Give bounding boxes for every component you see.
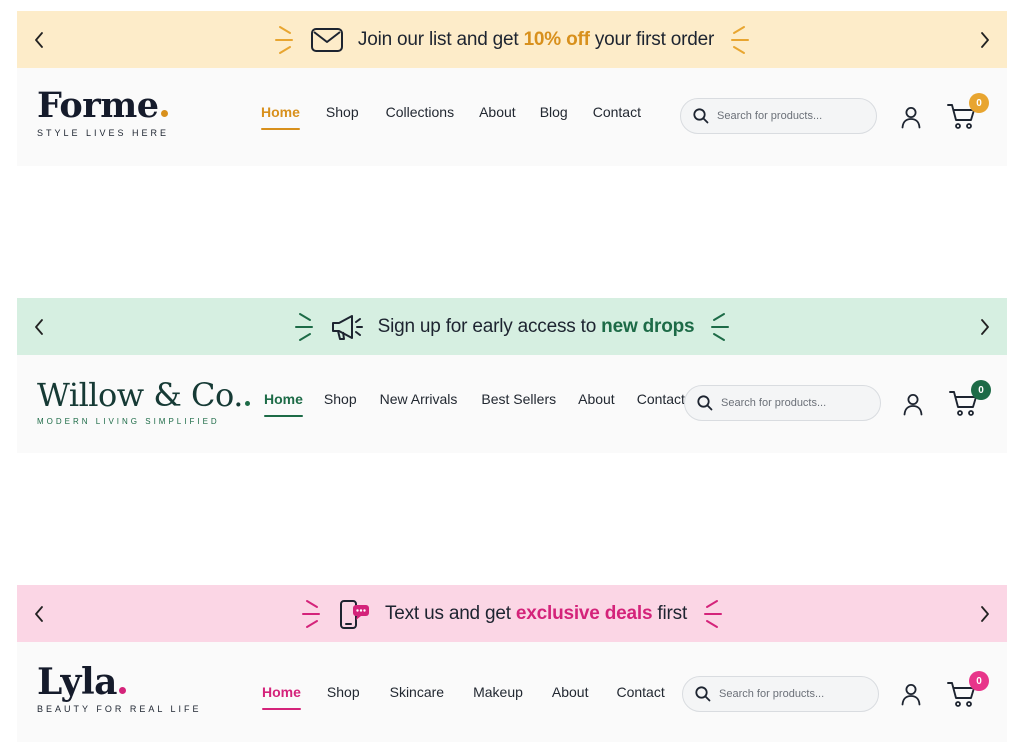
- account-icon[interactable]: [899, 682, 923, 706]
- account-icon[interactable]: [901, 392, 925, 416]
- phone-chat-icon: [339, 599, 369, 629]
- prev-arrow-icon[interactable]: [27, 315, 51, 339]
- nav-contact[interactable]: Contact: [637, 391, 685, 417]
- site-header: Willow & Co. MODERN LIVING SIMPLIFIED Ho…: [17, 355, 1007, 453]
- search-box[interactable]: [680, 98, 877, 134]
- cart-count-badge: 0: [971, 380, 991, 400]
- nav-home[interactable]: Home: [264, 391, 303, 417]
- main-nav: Home Shop Skincare Makeup About Contact: [262, 684, 665, 710]
- main-nav: Home Shop New Arrivals Best Sellers Abou…: [264, 391, 685, 417]
- logo[interactable]: Willow & Co. MODERN LIVING SIMPLIFIED: [37, 375, 250, 426]
- logo-dot: [244, 401, 250, 406]
- nav-contact[interactable]: Contact: [593, 104, 641, 130]
- nav-about[interactable]: About: [552, 684, 589, 710]
- search-box[interactable]: [684, 385, 881, 421]
- account-icon[interactable]: [899, 105, 923, 129]
- megaphone-icon: [331, 314, 363, 340]
- header-variant-willow: Sign up for early access to new drops Wi…: [17, 298, 1007, 453]
- search-icon: [693, 108, 709, 124]
- nav-collections[interactable]: Collections: [386, 104, 454, 130]
- search-input[interactable]: [717, 110, 857, 122]
- nav-about[interactable]: About: [479, 104, 516, 130]
- search-icon: [695, 686, 711, 702]
- logo-wordmark: Forme: [37, 85, 159, 126]
- envelope-icon: [310, 27, 343, 52]
- cart-button[interactable]: 0: [949, 380, 991, 419]
- site-header: Lyla BEAUTY FOR REAL LIFE Home Shop Skin…: [17, 642, 1007, 742]
- search-input[interactable]: [719, 688, 859, 700]
- burst-right-icon: [711, 312, 730, 341]
- search-input[interactable]: [721, 397, 861, 409]
- prev-arrow-icon[interactable]: [27, 602, 51, 626]
- nav-shop[interactable]: Shop: [324, 391, 357, 417]
- nav-best-sellers[interactable]: Best Sellers: [481, 391, 556, 417]
- site-header: Forme STYLE LIVES HERE Home Shop Collect…: [17, 68, 1007, 166]
- nav-blog[interactable]: Blog: [540, 104, 568, 130]
- announcement-bar: Join our list and get 10% off your first…: [17, 11, 1007, 68]
- cart-count-badge: 0: [969, 93, 989, 113]
- cart-button[interactable]: 0: [947, 671, 989, 710]
- logo[interactable]: Lyla BEAUTY FOR REAL LIFE: [37, 662, 202, 714]
- search-icon: [697, 395, 713, 411]
- nav-home[interactable]: Home: [261, 104, 300, 130]
- announcement-text: Sign up for early access to new drops: [377, 315, 695, 337]
- nav-shop[interactable]: Shop: [326, 104, 359, 130]
- next-arrow-icon[interactable]: [973, 315, 997, 339]
- nav-contact[interactable]: Contact: [616, 684, 664, 710]
- logo[interactable]: Forme STYLE LIVES HERE: [37, 86, 169, 138]
- logo-dot: [160, 110, 168, 117]
- announcement-text: Join our list and get 10% off your first…: [357, 28, 715, 50]
- prev-arrow-icon[interactable]: [27, 28, 51, 52]
- cart-button[interactable]: 0: [947, 93, 989, 132]
- search-box[interactable]: [682, 676, 879, 712]
- burst-right-icon: [731, 25, 750, 54]
- nav-skincare[interactable]: Skincare: [390, 684, 444, 710]
- cart-count-badge: 0: [969, 671, 989, 691]
- burst-right-icon: [704, 599, 723, 628]
- header-variant-lyla: Text us and get exclusive deals first Ly…: [17, 585, 1007, 742]
- nav-shop[interactable]: Shop: [327, 684, 360, 710]
- logo-tagline: STYLE LIVES HERE: [37, 128, 170, 138]
- announcement-bar: Text us and get exclusive deals first: [17, 585, 1007, 642]
- logo-wordmark: Willow & Co.: [37, 376, 243, 414]
- nav-home[interactable]: Home: [262, 684, 301, 710]
- announcement-bar: Sign up for early access to new drops: [17, 298, 1007, 355]
- burst-left-icon: [301, 599, 320, 628]
- next-arrow-icon[interactable]: [973, 28, 997, 52]
- logo-dot: [118, 687, 126, 694]
- logo-wordmark: Lyla: [37, 661, 117, 703]
- main-nav: Home Shop Collections About Blog Contact: [261, 104, 641, 130]
- logo-tagline: BEAUTY FOR REAL LIFE: [37, 704, 202, 714]
- nav-about[interactable]: About: [578, 391, 615, 417]
- logo-tagline: MODERN LIVING SIMPLIFIED: [37, 417, 220, 426]
- announcement-text: Text us and get exclusive deals first: [384, 602, 688, 624]
- header-variant-forme: Join our list and get 10% off your first…: [17, 11, 1007, 166]
- nav-new-arrivals[interactable]: New Arrivals: [380, 391, 458, 417]
- next-arrow-icon[interactable]: [973, 602, 997, 626]
- burst-left-icon: [274, 25, 293, 54]
- burst-left-icon: [294, 312, 313, 341]
- nav-makeup[interactable]: Makeup: [473, 684, 523, 710]
